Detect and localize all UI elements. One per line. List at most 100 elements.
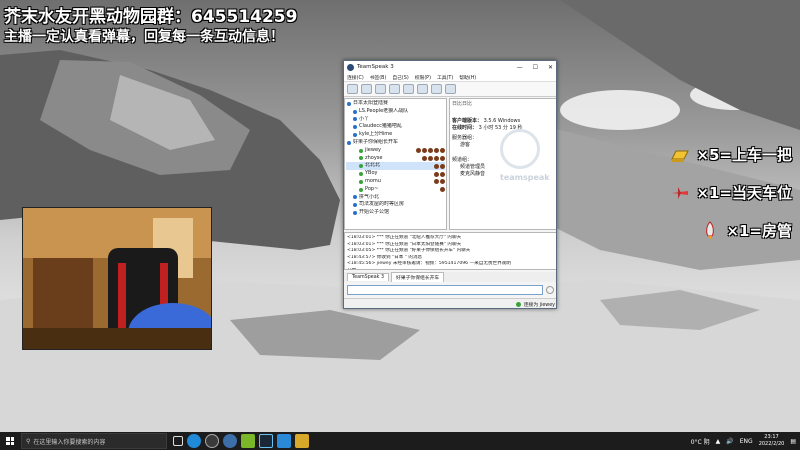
webcam-feed [22, 207, 212, 350]
volume-icon[interactable]: 🔊 [726, 438, 733, 445]
teamspeak-logo-icon [347, 63, 354, 71]
obs-icon[interactable] [205, 434, 219, 448]
channel-row[interactable]: 司法发屋的时等区房 [346, 201, 445, 209]
badge-icon [434, 171, 439, 177]
reward-rocket-text: ×1=房管 [726, 222, 792, 240]
channel-row[interactable]: 小丫 [346, 116, 445, 124]
connect-icon[interactable] [347, 84, 358, 94]
badge-icon [440, 179, 445, 185]
channel-icon [353, 109, 357, 114]
menu-bookmarks[interactable]: 书签(B) [370, 74, 387, 81]
taskbar: ⚲ 在这里输入你要搜索的内容 0°C 阴 ▲ 🔊 ENG 23:17 2022/… [0, 432, 800, 450]
weather[interactable]: 0°C 阴 [691, 437, 710, 446]
app-icon[interactable] [277, 434, 291, 448]
channel-tree[interactable]: 日本太阳登陆赛 LS.People老狼人战队 小丫 Claudecc猪猪吧乱 kyle上… [344, 98, 447, 230]
channel-icon [347, 140, 351, 145]
menu-self[interactable]: 自己(S) [392, 74, 408, 81]
badge-icon [440, 187, 445, 193]
badge-icon [440, 171, 445, 177]
system-tray: 0°C 阴 ▲ 🔊 ENG 23:17 2022/2/20 ▤ [691, 434, 800, 448]
client-version: 3.5.6 Windows [483, 118, 521, 124]
app-icon[interactable] [295, 434, 309, 448]
disconnect-icon[interactable] [361, 84, 372, 94]
start-button[interactable] [2, 432, 18, 450]
minimize-button[interactable]: — [517, 64, 523, 71]
edge-icon[interactable] [187, 434, 201, 448]
tree-label: Pop~ [365, 185, 379, 192]
task-view-icon[interactable] [173, 436, 183, 446]
teamspeak-window[interactable]: TeamSpeak 3 — ☐ ✕ 连接(C) 书签(B) 自己(S) 权限(P… [343, 60, 557, 309]
badge-icon [422, 148, 427, 154]
clock-date: 2022/2/20 [758, 441, 785, 447]
channel-row[interactable]: LS.People老狼人战队 [346, 108, 445, 116]
notifications-icon[interactable]: ▤ [790, 438, 796, 445]
channel-row[interactable]: 日本太阳登陆赛 [346, 100, 445, 108]
reward-rocket: ×1=房管 [700, 220, 792, 241]
user-row[interactable]: Pop~ [346, 186, 445, 194]
channel-row[interactable]: kyle上分Hime [346, 131, 445, 139]
tree-label: momu [365, 177, 381, 184]
channel-row[interactable]: 拼气小北 [346, 194, 445, 202]
menu-permissions[interactable]: 权限(P) [415, 74, 431, 81]
client-info-panel: 日比日比 客户端版本： 3.5.6 Windows 在线时间： 3 小时 53 … [449, 98, 556, 230]
teamspeak-taskbar-icon[interactable] [223, 434, 237, 448]
search-icon: ⚲ [26, 437, 31, 445]
tab-channel[interactable]: 好果子你保组长开车 [391, 272, 445, 282]
menu-connections[interactable]: 连接(C) [347, 74, 364, 81]
channel-icon [353, 211, 357, 216]
away-icon[interactable] [389, 84, 400, 94]
chat-input[interactable] [347, 285, 543, 295]
channel-icon [353, 125, 357, 130]
user-badges [422, 155, 445, 161]
channel-row[interactable]: Claudecc猪猪吧乱 [346, 123, 445, 131]
channel-row[interactable]: 好果子你保组长开车 [346, 139, 445, 147]
chat-tabs: TeamSpeak 3 好果子你保组长开车 [344, 272, 556, 282]
taskbar-search[interactable]: ⚲ 在这里输入你要搜索的内容 [21, 433, 167, 449]
status-bar: 连接为 jiewey [344, 298, 556, 308]
user-row[interactable]: momu [346, 178, 445, 186]
pin-icon[interactable] [445, 84, 456, 94]
tree-label: kyle上分Hime [359, 131, 393, 138]
window-titlebar[interactable]: TeamSpeak 3 — ☐ ✕ [344, 61, 556, 73]
user-badges [440, 187, 445, 193]
window-title: TeamSpeak 3 [357, 64, 394, 70]
airplane-icon [672, 186, 689, 199]
game-icon[interactable] [241, 434, 255, 448]
client-version-label: 客户端版本： [452, 118, 483, 124]
menu-help[interactable]: 帮助(H) [459, 74, 476, 81]
tree-label: YBoy [365, 170, 378, 177]
user-row[interactable]: zhoyse [346, 155, 445, 163]
chat-icon[interactable] [431, 84, 442, 94]
chat-line: <18:03:01> *** 你正在频道 "北纽人推荐大厅" 内聊天 [347, 235, 462, 240]
tab-server[interactable]: TeamSpeak 3 [347, 273, 390, 281]
user-row[interactable]: 北北北 [346, 162, 445, 171]
close-button[interactable]: ✕ [548, 64, 553, 71]
maximize-button[interactable]: ☐ [533, 64, 538, 71]
user-badges [434, 179, 445, 185]
user-status-icon [359, 164, 363, 169]
chat-log: <18:03:01> *** 你正在频道 "北纽人推荐大厅" 内聊天 <18:0… [344, 232, 556, 270]
webcam-scene [23, 208, 211, 349]
channel-icon [353, 203, 357, 208]
input-language[interactable]: ENG [740, 438, 753, 445]
badge-icon [428, 155, 433, 161]
steam-icon[interactable] [259, 434, 273, 448]
user-row[interactable]: YBoy [346, 170, 445, 178]
mute-microphone-icon[interactable] [403, 84, 414, 94]
menu-tools[interactable]: 工具(T) [437, 74, 453, 81]
bookmark-icon[interactable] [375, 84, 386, 94]
emoji-icon[interactable] [546, 286, 554, 294]
server-name: 日比日比 [452, 101, 473, 107]
tree-label: 好果子你保组长开车 [353, 138, 399, 145]
badge-icon [440, 163, 445, 169]
channel-row[interactable]: 开始公子公馆 [346, 209, 445, 217]
connected-status-icon [515, 301, 521, 307]
badge-icon [440, 148, 445, 154]
tree-label: jiewey [365, 146, 381, 153]
network-icon[interactable]: ▲ [716, 438, 721, 445]
mute-speakers-icon[interactable] [417, 84, 428, 94]
clock[interactable]: 23:17 2022/2/20 [759, 434, 785, 448]
reward-airplane-text: ×1=当天车位 [696, 184, 792, 202]
user-row[interactable]: jiewey [346, 147, 445, 155]
chat-line: 开始 [347, 268, 555, 269]
